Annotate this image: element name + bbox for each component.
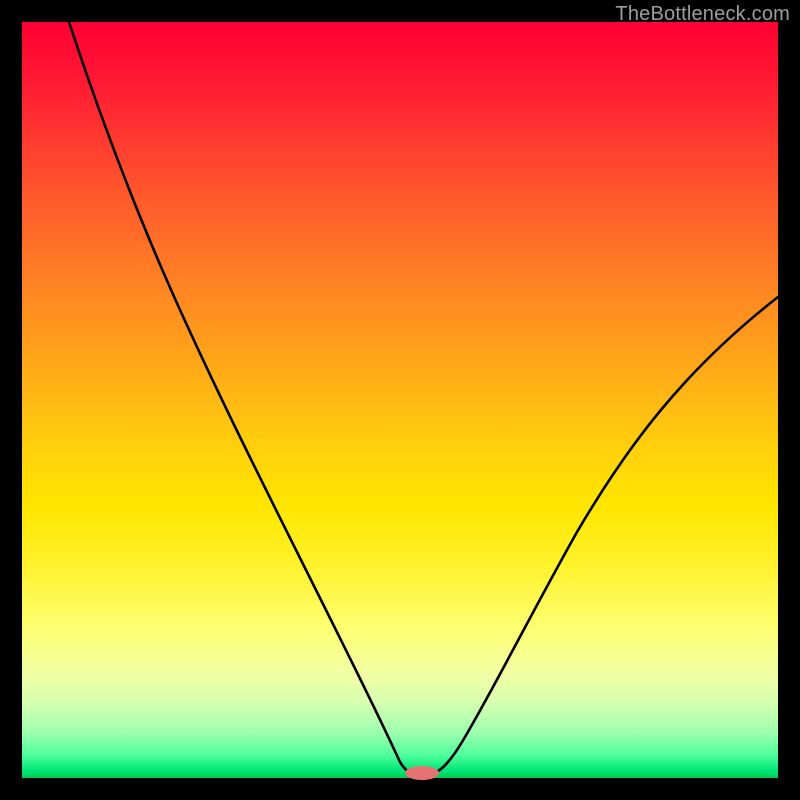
optimal-marker bbox=[405, 766, 439, 780]
curve-right-branch bbox=[429, 297, 778, 774]
plot-area bbox=[22, 22, 778, 778]
chart-frame: TheBottleneck.com bbox=[0, 0, 800, 800]
curve-left-branch bbox=[69, 22, 415, 774]
watermark-text: TheBottleneck.com bbox=[615, 3, 790, 26]
curve-svg bbox=[22, 22, 778, 778]
